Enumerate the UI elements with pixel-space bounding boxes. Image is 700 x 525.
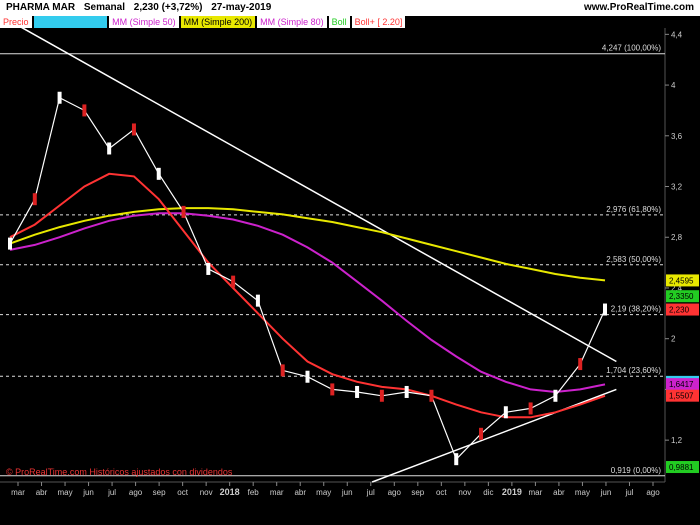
price-bar [156,167,161,180]
x-tick-label: jul [624,488,633,497]
price-bar [355,385,360,398]
y-tick-label: 1,2 [671,436,683,445]
fib-level-label: 4,247 (100,00%) [602,44,661,53]
legend-sma200[interactable]: MM (Simple 200) [180,16,256,28]
x-tick-label: dic [483,488,493,497]
price-bar [454,453,459,466]
x-tick-label: nov [458,488,471,497]
x-tick-label: abr [36,488,48,497]
fib-level-label: 1,704 (23,60%) [606,366,661,375]
x-tick-label: mar [11,488,25,497]
x-tick-label: jun [600,488,612,497]
x-tick-label: feb [248,488,260,497]
x-tick-label: sep [411,488,424,497]
last-value-label: 1,5507 [669,392,694,401]
x-tick-label: may [575,488,590,497]
legend-sma80[interactable]: MM (Simple 80) [257,16,327,28]
price-bar [206,262,211,275]
x-tick-label: oct [177,488,188,497]
price-bar [330,383,335,396]
symbol-label: PHARMA MAR [6,2,76,13]
price-bar [429,389,434,402]
date-label: 27-may-2019 [211,2,272,13]
indicator-legend: Precio Tendencia Lineal MM (Simple 50) MM (… [0,16,407,28]
series-line-price [9,96,606,461]
chart-window: 4,443,63,22,82,421,61,2marabrmayjunjulag… [0,0,700,525]
fib-level-label: 2,583 (50,00%) [606,255,661,264]
x-tick-label: mar [270,488,284,497]
x-tick-label: ago [388,488,402,497]
fib-level-label: 2,976 (61,80%) [606,205,661,214]
legend-price[interactable]: Precio [0,16,32,28]
x-tick-label: jun [341,488,353,497]
price-bar [32,193,37,206]
copyright-footer: © ProRealTime.com Históricos ajustados c… [6,467,233,477]
price-bar [528,402,533,415]
price-bar [181,205,186,218]
price-bar [379,389,384,402]
y-tick-label: 2,8 [671,233,683,242]
x-tick-label: 2018 [220,487,240,497]
price-bar [305,370,310,383]
last-value-label: 2,230 [669,306,690,315]
x-tick-label: jun [82,488,94,497]
y-tick-label: 3,2 [671,183,683,192]
y-tick-label: 2 [671,335,676,344]
price-change-label: 2,230 (+3,72%) [133,2,203,13]
x-tick-label: nov [200,488,213,497]
last-value-label: 2,3350 [669,292,694,301]
price-bar [578,358,583,371]
trend-line [371,388,617,483]
price-bar [479,427,484,440]
y-tick-label: 4,4 [671,30,683,39]
x-tick-label: 2019 [502,487,522,497]
x-tick-label: ago [129,488,143,497]
trend-line [17,24,617,363]
series-line-sma50 [9,212,606,394]
x-tick-label: mar [529,488,543,497]
x-tick-label: jul [107,488,116,497]
x-tick-label: may [316,488,331,497]
x-tick-label: sep [153,488,166,497]
price-bar [82,104,87,117]
x-tick-label: ago [646,488,660,497]
x-tick-label: jul [366,488,375,497]
price-bar [280,364,285,377]
price-bar [553,389,558,402]
price-bar [131,123,136,136]
price-bar [57,91,62,104]
title-bar: PHARMA MAR Semanal 2,230 (+3,72%) 27-may… [0,0,700,16]
legend-sma50[interactable]: MM (Simple 50) [109,16,179,28]
fib-level-label: 0,919 (0,00%) [611,466,662,475]
website-label: www.ProRealTime.com [583,2,694,13]
price-bar [255,294,260,307]
x-tick-label: may [57,488,72,497]
y-tick-label: 4 [671,81,676,90]
price-bar [107,142,112,155]
period-label: Semanal [83,2,125,13]
price-bar [603,303,607,316]
price-chart[interactable]: 4,443,63,22,82,421,61,2marabrmayjunjulag… [0,0,700,525]
legend-trend[interactable]: Tendencia Lineal [33,16,108,28]
last-value-label: 2,4595 [669,276,694,285]
series-line-sma200 [9,207,606,282]
y-tick-label: 3,6 [671,132,683,141]
last-value-label: 1,6417 [669,380,694,389]
price-bar [404,385,409,398]
legend-bollplus[interactable]: Boll+ [ 2.20] [351,16,406,28]
chart-title: PHARMA MAR Semanal 2,230 (+3,72%) 27-may… [6,0,277,16]
x-tick-label: abr [294,488,306,497]
x-tick-label: oct [436,488,447,497]
x-tick-label: abr [553,488,565,497]
fib-level-label: 2,19 (38,20%) [611,305,662,314]
last-value-label: 0,9881 [669,463,694,472]
price-bar [231,275,236,288]
price-bar [503,406,508,419]
price-bar [8,237,12,250]
legend-boll[interactable]: Boll [328,16,350,28]
